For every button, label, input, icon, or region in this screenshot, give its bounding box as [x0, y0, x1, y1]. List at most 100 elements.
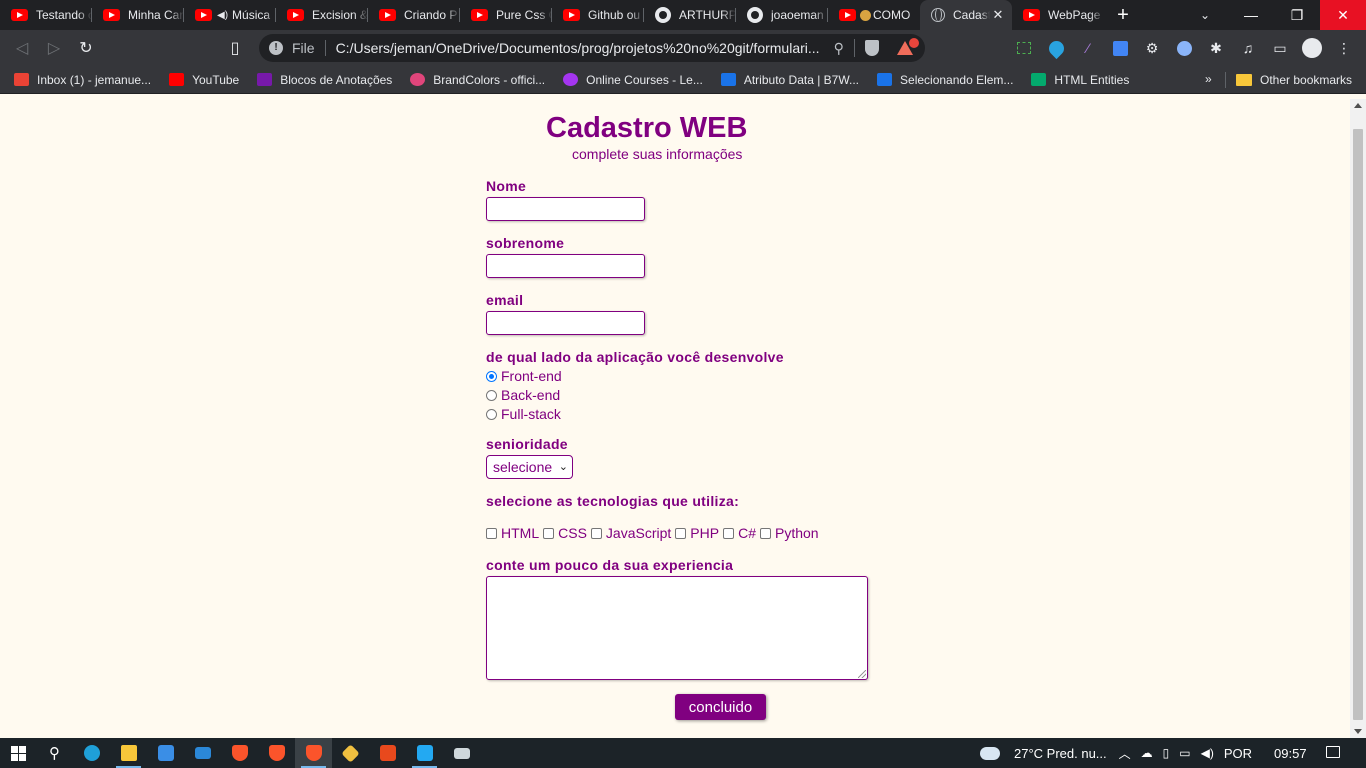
search-extension-icon[interactable]: [1168, 30, 1200, 66]
bookmark-item[interactable]: HTML Entities: [1031, 73, 1129, 87]
zoom-icon[interactable]: ⚲: [834, 40, 844, 57]
mail-icon[interactable]: [184, 738, 221, 768]
gear-extension-icon[interactable]: ⚙: [1136, 30, 1168, 66]
back-icon[interactable]: ◁: [6, 32, 38, 64]
tab[interactable]: Pure Css C: [460, 0, 552, 30]
scroll-down-icon[interactable]: [1354, 729, 1362, 734]
forward-icon[interactable]: ▷: [38, 32, 70, 64]
checkbox-label: CSS: [558, 525, 587, 541]
bookmark-item[interactable]: Atributo Data | B7W...: [720, 73, 859, 87]
restore-button[interactable]: ❐: [1274, 0, 1320, 30]
profile-avatar[interactable]: [1296, 30, 1328, 66]
close-window-button[interactable]: ✕: [1320, 0, 1366, 30]
screenshot-extension-icon[interactable]: [1008, 30, 1040, 66]
chevron-up-icon[interactable]: ︿: [1119, 745, 1131, 762]
checkbox-html[interactable]: [486, 527, 497, 539]
radio-button[interactable]: [486, 408, 497, 420]
drop-extension-icon[interactable]: [1040, 30, 1072, 66]
radio-button[interactable]: [486, 370, 497, 382]
tab[interactable]: Excision &: [276, 0, 368, 30]
sobrenome-input[interactable]: [486, 254, 645, 278]
bookmarks-overflow-icon[interactable]: »: [1205, 72, 1212, 86]
office-icon[interactable]: [369, 738, 406, 768]
weather-icon[interactable]: [980, 742, 1000, 760]
store-icon[interactable]: [147, 738, 184, 768]
brave-active-icon[interactable]: [295, 738, 332, 768]
weather-text[interactable]: 27°C Pred. nu...: [1014, 746, 1107, 761]
youtube-icon: [103, 9, 120, 21]
translate-extension-icon[interactable]: [1104, 30, 1136, 66]
close-tab-icon[interactable]: ✕: [990, 7, 1006, 23]
address-bar[interactable]: ! File C:/Users/jeman/OneDrive/Documento…: [259, 34, 925, 62]
bookmark-item[interactable]: Inbox (1) - jemanue...: [14, 73, 151, 87]
monitor-icon[interactable]: [443, 738, 480, 768]
edge-icon[interactable]: [73, 738, 110, 768]
puzzle-icon[interactable]: ✱: [1200, 30, 1232, 66]
tab-search-icon[interactable]: ⌄: [1182, 0, 1228, 30]
tab[interactable]: Testando c: [0, 0, 92, 30]
tab-active[interactable]: Cadast ✕: [920, 0, 1012, 30]
vscode-icon[interactable]: [406, 738, 443, 768]
seniority-select[interactable]: selecione ⌄: [486, 455, 573, 479]
checkbox-python[interactable]: [759, 527, 771, 539]
radio-front-end[interactable]: Front-end: [486, 368, 562, 384]
reload-icon[interactable]: ↻: [70, 32, 102, 64]
notifications-icon[interactable]: [1326, 746, 1340, 758]
new-tab-button[interactable]: +: [1104, 0, 1142, 30]
volume-icon[interactable]: ◀): [1201, 746, 1214, 760]
media-control-icon[interactable]: ♫: [1232, 30, 1264, 66]
bookmark-item[interactable]: BrandColors - offici...: [410, 73, 545, 87]
device-icon[interactable]: ▯: [1163, 746, 1170, 760]
system-tray: 27°C Pred. nu... ︿ ☁ ▯ ▭ ◀) POR 09:57: [980, 738, 1319, 768]
language-indicator[interactable]: POR: [1224, 746, 1252, 761]
checkbox-css[interactable]: [543, 527, 555, 539]
resize-handle-icon[interactable]: [858, 670, 866, 678]
tab[interactable]: ◀) Música: [184, 0, 276, 30]
bookmark-item[interactable]: Online Courses - Le...: [563, 73, 703, 87]
bookmark-item[interactable]: YouTube: [169, 73, 239, 87]
checkbox-javascript[interactable]: [590, 527, 602, 539]
scroll-thumb[interactable]: [1353, 129, 1363, 720]
tab[interactable]: joaoeman: [736, 0, 828, 30]
submit-button[interactable]: concluido: [675, 694, 766, 720]
brave-icon[interactable]: [221, 738, 258, 768]
radio-button[interactable]: [486, 389, 497, 401]
cloud-icon[interactable]: ☁: [1141, 746, 1153, 760]
minimize-button[interactable]: —: [1228, 0, 1274, 30]
other-bookmarks[interactable]: Other bookmarks: [1236, 66, 1352, 94]
bookmark-icon[interactable]: ▯: [219, 32, 251, 64]
url-text[interactable]: C:/Users/jeman/OneDrive/Documentos/prog/…: [336, 40, 824, 56]
search-icon[interactable]: ⚲: [36, 738, 73, 768]
brave-shield-icon[interactable]: [864, 40, 879, 56]
radio-back-end[interactable]: Back-end: [486, 387, 560, 403]
menu-icon[interactable]: ⋮: [1328, 30, 1360, 66]
scroll-up-icon[interactable]: [1354, 103, 1362, 108]
tab[interactable]: WebPage: [1012, 0, 1104, 30]
email-input[interactable]: [486, 311, 645, 335]
network-icon[interactable]: ▭: [1179, 746, 1190, 760]
info-icon[interactable]: !: [269, 41, 283, 55]
tab[interactable]: Minha Car: [92, 0, 184, 30]
clock[interactable]: 09:57: [1274, 746, 1307, 761]
brave-rewards-icon[interactable]: [896, 38, 919, 55]
nome-input[interactable]: [486, 197, 645, 221]
bookmark-item[interactable]: Selecionando Elem...: [877, 73, 1013, 87]
github-icon: [747, 7, 763, 23]
checkbox-php[interactable]: [675, 527, 687, 539]
tab[interactable]: Github ou: [552, 0, 644, 30]
file-explorer-icon[interactable]: [110, 738, 147, 768]
checkbox-csharp[interactable]: [723, 527, 735, 539]
brave-beta-icon[interactable]: [258, 738, 295, 768]
tab[interactable]: Criando P: [368, 0, 460, 30]
wallet-icon[interactable]: ▭: [1264, 30, 1296, 66]
feather-extension-icon[interactable]: ⁄: [1072, 30, 1104, 66]
vertical-scrollbar[interactable]: [1350, 99, 1366, 738]
speaker-icon[interactable]: ◀): [217, 10, 228, 21]
bookmark-item[interactable]: Blocos de Anotações: [257, 73, 392, 87]
tab[interactable]: ARTHURP: [644, 0, 736, 30]
git-icon[interactable]: [332, 738, 369, 768]
experience-textarea[interactable]: [486, 576, 868, 680]
radio-full-stack[interactable]: Full-stack: [486, 406, 561, 422]
tab[interactable]: COMO: [828, 0, 920, 30]
start-button[interactable]: [0, 738, 36, 768]
